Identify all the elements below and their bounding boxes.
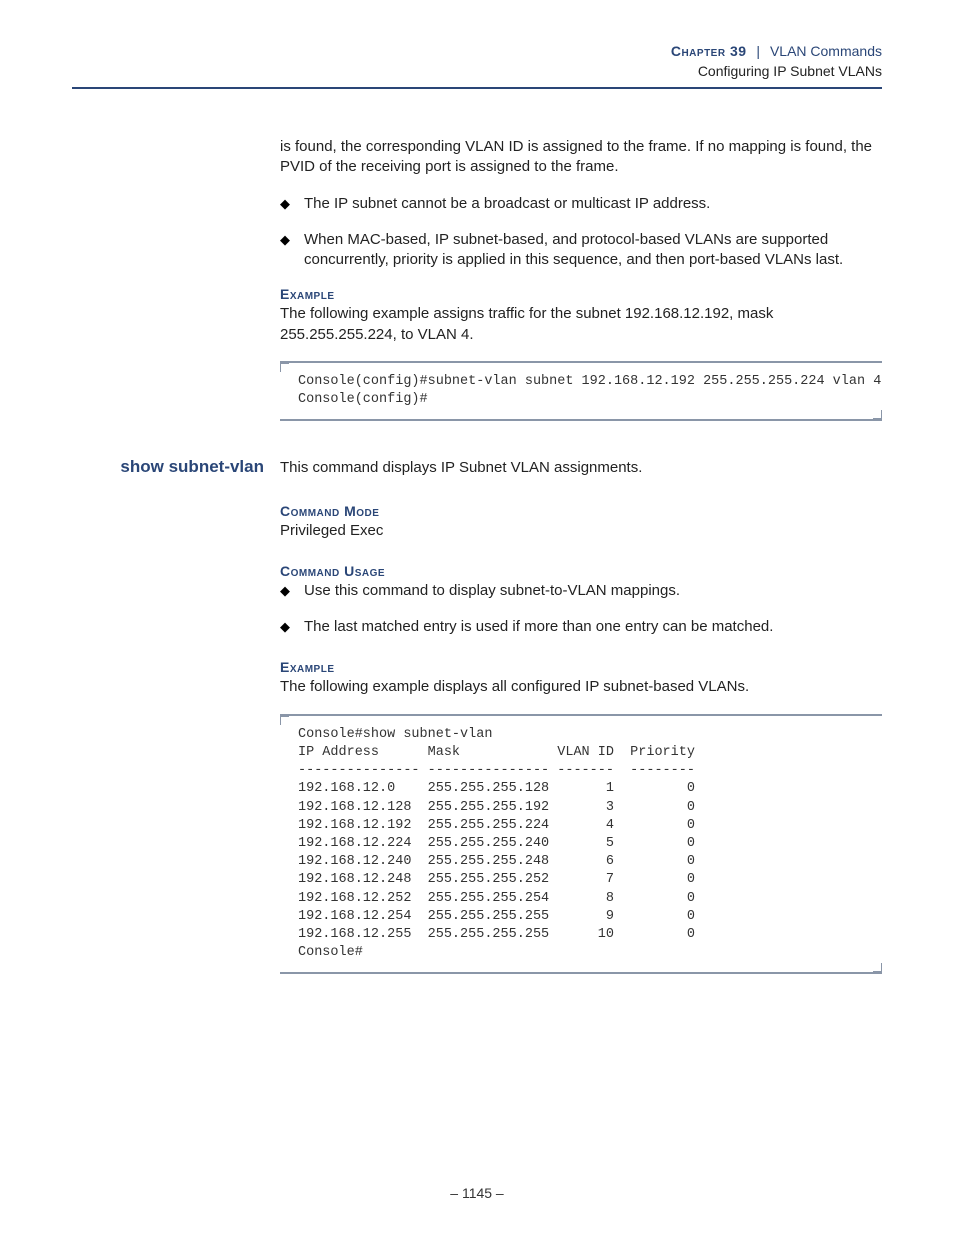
header-line-1: Chapter 39 | VLAN Commands (72, 42, 882, 62)
intro-column: is found, the corresponding VLAN ID is a… (280, 137, 882, 421)
chapter-title: VLAN Commands (770, 43, 882, 59)
command-mode-block: Command Mode Privileged Exec (280, 503, 882, 541)
command-usage-label: Command Usage (280, 563, 882, 579)
example-label: Example (280, 286, 882, 302)
command-row: show subnet-vlan This command displays I… (72, 457, 882, 478)
header-separator: | (750, 43, 766, 59)
command-usage-block: Command Usage Use this command to displa… (280, 563, 882, 638)
chapter-label: Chapter 39 (671, 43, 747, 59)
code-block: Console(config)#subnet-vlan subnet 192.1… (280, 361, 882, 421)
list-item: When MAC-based, IP subnet-based, and pro… (280, 230, 882, 271)
intro-bullet-list: The IP subnet cannot be a broadcast or m… (280, 194, 882, 271)
command-name: show subnet-vlan (72, 457, 280, 477)
header-rule (72, 87, 882, 89)
list-item: The last matched entry is used if more t… (280, 617, 882, 637)
header-subtitle: Configuring IP Subnet VLANs (72, 62, 882, 82)
code-content: Console(config)#subnet-vlan subnet 192.1… (298, 373, 882, 409)
example-desc: The following example assigns traffic fo… (280, 304, 882, 345)
list-item: The IP subnet cannot be a broadcast or m… (280, 194, 882, 214)
code-block: Console#show subnet-vlan IP Address Mask… (280, 714, 882, 975)
command-mode-value: Privileged Exec (280, 521, 882, 541)
intro-paragraph: is found, the corresponding VLAN ID is a… (280, 137, 882, 178)
list-item: Use this command to display subnet-to-VL… (280, 581, 882, 601)
example-desc: The following example displays all confi… (280, 677, 882, 697)
example-block-2: Example The following example displays a… (280, 659, 882, 974)
page: Chapter 39 | VLAN Commands Configuring I… (0, 0, 954, 1235)
example-block-1: Example The following example assigns tr… (280, 286, 882, 421)
command-desc: This command displays IP Subnet VLAN ass… (280, 457, 882, 478)
page-header: Chapter 39 | VLAN Commands Configuring I… (72, 42, 882, 81)
command-mode-label: Command Mode (280, 503, 882, 519)
page-number: – 1145 – (0, 1185, 954, 1201)
example-label: Example (280, 659, 882, 675)
usage-bullet-list: Use this command to display subnet-to-VL… (280, 581, 882, 638)
command-details-column: Command Mode Privileged Exec Command Usa… (280, 503, 882, 975)
content: is found, the corresponding VLAN ID is a… (72, 137, 882, 974)
code-content: Console#show subnet-vlan IP Address Mask… (298, 726, 882, 963)
